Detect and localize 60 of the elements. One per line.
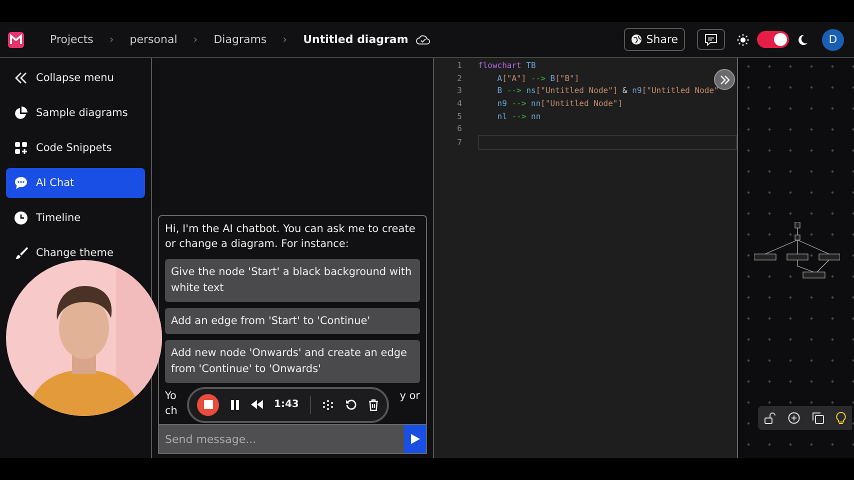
sun-icon — [737, 34, 749, 46]
breadcrumb-separator: › — [193, 33, 198, 46]
share-button[interactable]: Share — [624, 28, 685, 51]
suggestion-button[interactable]: Add new node 'Onwards' and create an edge from 'Continue' to 'Onwards' — [165, 340, 420, 382]
chatbot-message: y or — [400, 388, 420, 404]
double-chevron-icon — [720, 74, 730, 84]
line-number: 1 — [456, 60, 462, 70]
breadcrumb-separator: › — [282, 33, 288, 46]
code-line: A["A"] --> B["B"] — [496, 74, 580, 83]
code-line: n9 --> nn["Untitled Node"] — [496, 98, 623, 108]
theme-toggle[interactable] — [757, 31, 789, 48]
recording-timer: 1:43 — [274, 398, 299, 412]
moon-icon — [797, 34, 808, 46]
sidebar-item[interactable]: Timeline — [6, 203, 145, 233]
dot-grid-icon[interactable] — [322, 398, 334, 410]
line-number: 3 — [456, 86, 462, 96]
grid-plus-icon — [14, 141, 28, 155]
pause-icon[interactable] — [230, 400, 240, 410]
suggestion-button[interactable]: Add an edge from 'Start' to 'Continue' — [165, 308, 420, 334]
lightbulb-icon[interactable] — [836, 412, 846, 424]
chat-bubble-icon — [14, 176, 28, 190]
line-number: 5 — [456, 112, 462, 121]
cloud-icon — [416, 34, 430, 45]
chatbot-message: Yo — [165, 388, 176, 404]
line-number: 6 — [456, 124, 462, 134]
rewind-icon[interactable] — [251, 400, 263, 409]
copy-icon[interactable] — [812, 412, 824, 424]
sidebar-item[interactable]: Collapse menu — [6, 63, 145, 93]
breadcrumb-link[interactable]: personal — [130, 33, 178, 46]
chatbot-message: ch — [165, 404, 178, 420]
line-number: 7 — [456, 138, 462, 147]
line-number: 4 — [456, 98, 462, 108]
code-line: nl --> nn — [496, 112, 541, 121]
brush-icon — [14, 246, 28, 260]
zoom-in-icon[interactable] — [788, 412, 800, 424]
breadcrumb-separator: › — [109, 33, 114, 46]
clock-icon — [14, 211, 28, 225]
comment-icon — [704, 33, 718, 46]
sidebar-item[interactable]: Code Snippets — [6, 133, 145, 163]
sidebar-item[interactable]: AI Chat — [6, 168, 145, 198]
line-number: 2 — [456, 74, 462, 83]
breadcrumb-link[interactable]: Projects — [50, 33, 94, 46]
diagram-title: Untitled diagram — [303, 33, 408, 46]
code-line: flowchart TB — [478, 60, 536, 70]
stop-button[interactable] — [197, 394, 219, 416]
code-line: B --> ns["Untitled Node"] & n9["Untitled Node" — [496, 86, 719, 96]
sidebar-item[interactable]: Change theme — [6, 238, 145, 268]
double-chevron-icon — [14, 71, 28, 85]
user-avatar[interactable]: D — [822, 28, 844, 50]
unlock-icon[interactable] — [764, 412, 776, 424]
comment-button[interactable] — [697, 29, 725, 50]
trash-icon[interactable] — [368, 398, 379, 410]
sidebar-item[interactable]: Sample diagrams — [6, 98, 145, 128]
breadcrumb-link[interactable]: Diagrams — [214, 33, 267, 46]
suggestion-button[interactable]: Give the node 'Start' a black background with white text — [165, 259, 420, 302]
app-logo-icon[interactable] — [8, 32, 24, 48]
restart-icon[interactable] — [344, 398, 357, 410]
chatbot-message: Hi, I'm the AI chatbot. You can ask me to create or change a diagram. For instance: — [165, 222, 416, 252]
globe-icon — [631, 34, 642, 45]
pie-chart-icon — [14, 106, 28, 120]
